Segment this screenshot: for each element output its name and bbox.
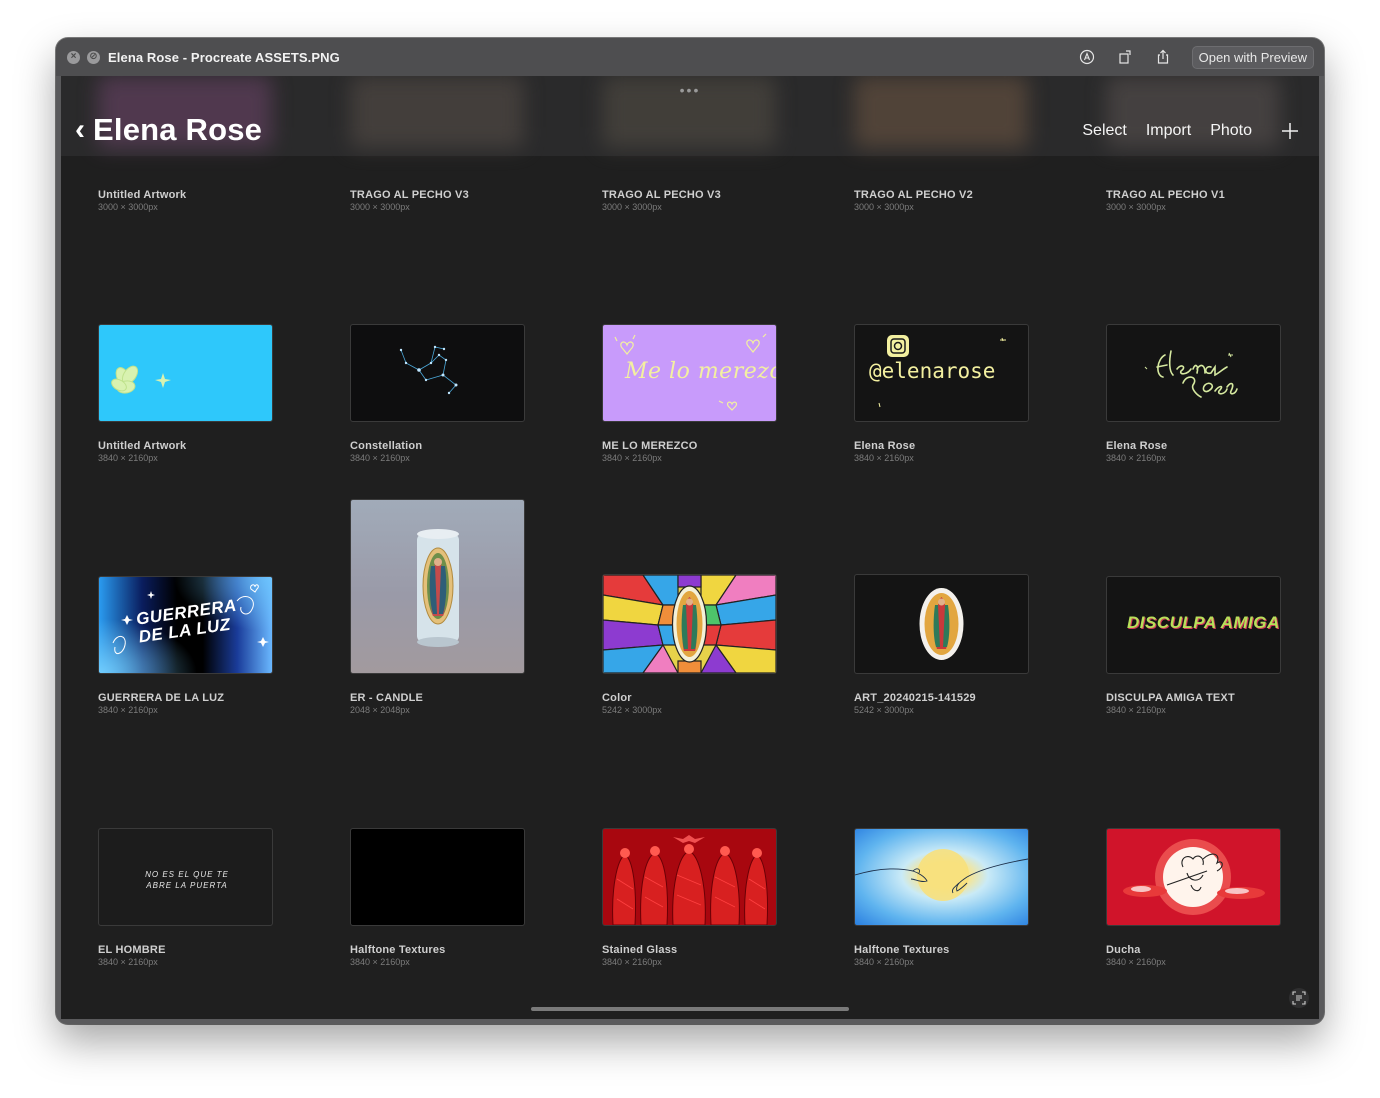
close-icon[interactable]: × xyxy=(67,50,80,64)
stack-title: Elena Rose xyxy=(93,112,263,147)
list-item[interactable]: DISCULPA AMIGA TEXT 3840 × 2160px xyxy=(1106,692,1235,715)
procreate-gallery: ••• ‹ Elena Rose Select Import Photo Unt… xyxy=(61,76,1319,1019)
artwork-thumbnail[interactable] xyxy=(350,828,525,926)
virgin-medallion-illustration xyxy=(919,588,964,660)
thumbnail-text: @elenarose xyxy=(869,359,996,383)
photo-button[interactable]: Photo xyxy=(1210,122,1252,140)
list-item[interactable]: Color 5242 × 3000px xyxy=(602,692,662,715)
artwork-thumbnail[interactable] xyxy=(1106,324,1281,422)
thumbnail-text: DISCULPA AMIGA xyxy=(1127,613,1280,632)
titlebar: × ⊘ Elena Rose - Procreate ASSETS.PNG Op… xyxy=(56,38,1324,76)
gallery-header: ••• ‹ Elena Rose Select Import Photo xyxy=(61,76,1319,156)
rotate-icon[interactable] xyxy=(1116,48,1134,66)
list-item[interactable]: Halftone Textures 3840 × 2160px xyxy=(854,944,950,967)
text-recognition-icon[interactable] xyxy=(1289,988,1309,1008)
list-item[interactable]: Stained Glass 3840 × 2160px xyxy=(602,944,677,967)
list-item[interactable]: TRAGO AL PECHO V1 3000 × 3000px xyxy=(1106,189,1225,212)
list-item[interactable]: Ducha 3840 × 2160px xyxy=(1106,944,1166,967)
artwork-thumbnail[interactable]: GUERRERA DE LA LUZ xyxy=(98,576,273,674)
markup-icon[interactable] xyxy=(1078,48,1096,66)
list-item[interactable]: EL HOMBRE 3840 × 2160px xyxy=(98,944,166,967)
list-item[interactable]: GUERRERA DE LA LUZ 3840 × 2160px xyxy=(98,692,224,715)
list-item[interactable]: TRAGO AL PECHO V2 3000 × 3000px xyxy=(854,189,973,212)
back-button[interactable]: ‹ Elena Rose xyxy=(75,112,262,148)
list-item[interactable]: TRAGO AL PECHO V3 3000 × 3000px xyxy=(350,189,469,212)
list-item[interactable]: Halftone Textures 3840 × 2160px xyxy=(350,944,446,967)
list-item[interactable]: Elena Rose 3840 × 2160px xyxy=(854,440,915,463)
artwork-thumbnail[interactable] xyxy=(854,828,1029,926)
cupid-illustration xyxy=(1123,839,1265,915)
window-title: Elena Rose - Procreate ASSETS.PNG xyxy=(108,49,340,65)
share-icon[interactable] xyxy=(1154,48,1172,66)
artwork-thumbnail[interactable]: Me lo merezco xyxy=(602,324,777,422)
artwork-thumbnail[interactable] xyxy=(98,324,273,422)
artwork-thumbnail[interactable] xyxy=(350,499,525,674)
stop-icon[interactable]: ⊘ xyxy=(87,50,100,64)
list-item[interactable]: Untitled Artwork 3840 × 2160px xyxy=(98,440,186,463)
list-item[interactable]: Constellation 3840 × 2160px xyxy=(350,440,422,463)
artwork-thumbnail[interactable]: @elenarose xyxy=(854,324,1029,422)
artwork-thumbnail[interactable] xyxy=(854,574,1029,674)
artwork-thumbnail[interactable]: DISCULPA AMIGA xyxy=(1106,576,1281,674)
open-with-preview-button[interactable]: Open with Preview xyxy=(1191,45,1314,69)
list-item[interactable]: Elena Rose 3840 × 2160px xyxy=(1106,440,1167,463)
artwork-thumbnail[interactable]: NO ES EL QUE TE ABRE LA PUERTA xyxy=(98,828,273,926)
plus-icon[interactable] xyxy=(1281,122,1299,140)
import-button[interactable]: Import xyxy=(1146,122,1191,140)
list-item[interactable]: ER - CANDLE 2048 × 2048px xyxy=(350,692,423,715)
red-saints-illustration xyxy=(612,835,768,925)
list-item[interactable]: ME LO MEREZCO 3840 × 2160px xyxy=(602,440,698,463)
thumbnail-text: NO ES EL QUE TE ABRE LA PUERTA xyxy=(145,870,229,890)
list-item[interactable]: Untitled Artwork 3000 × 3000px xyxy=(98,189,186,212)
elena-rose-signature xyxy=(1144,350,1238,398)
home-indicator[interactable] xyxy=(531,1007,849,1011)
reaching-hands-illustration xyxy=(855,849,1028,901)
stained-glass-illustration xyxy=(603,575,776,673)
select-button[interactable]: Select xyxy=(1082,122,1126,140)
list-item[interactable]: TRAGO AL PECHO V3 3000 × 3000px xyxy=(602,189,721,212)
candle-illustration xyxy=(417,529,459,647)
artwork-thumbnail[interactable] xyxy=(1106,828,1281,926)
instagram-icon xyxy=(887,335,909,357)
grabber-dots[interactable]: ••• xyxy=(680,82,701,98)
list-item[interactable]: ART_20240215-141529 5242 × 3000px xyxy=(854,692,976,715)
artwork-thumbnail[interactable] xyxy=(350,324,525,422)
chevron-left-icon: ‹ xyxy=(75,113,85,146)
artwork-thumbnail[interactable] xyxy=(602,574,777,674)
titlebar-actions: Open with Preview xyxy=(1078,45,1314,69)
header-actions: Select Import Photo xyxy=(1082,122,1299,140)
artwork-thumbnail[interactable] xyxy=(602,828,777,926)
app-window: × ⊘ Elena Rose - Procreate ASSETS.PNG Op… xyxy=(56,38,1324,1024)
